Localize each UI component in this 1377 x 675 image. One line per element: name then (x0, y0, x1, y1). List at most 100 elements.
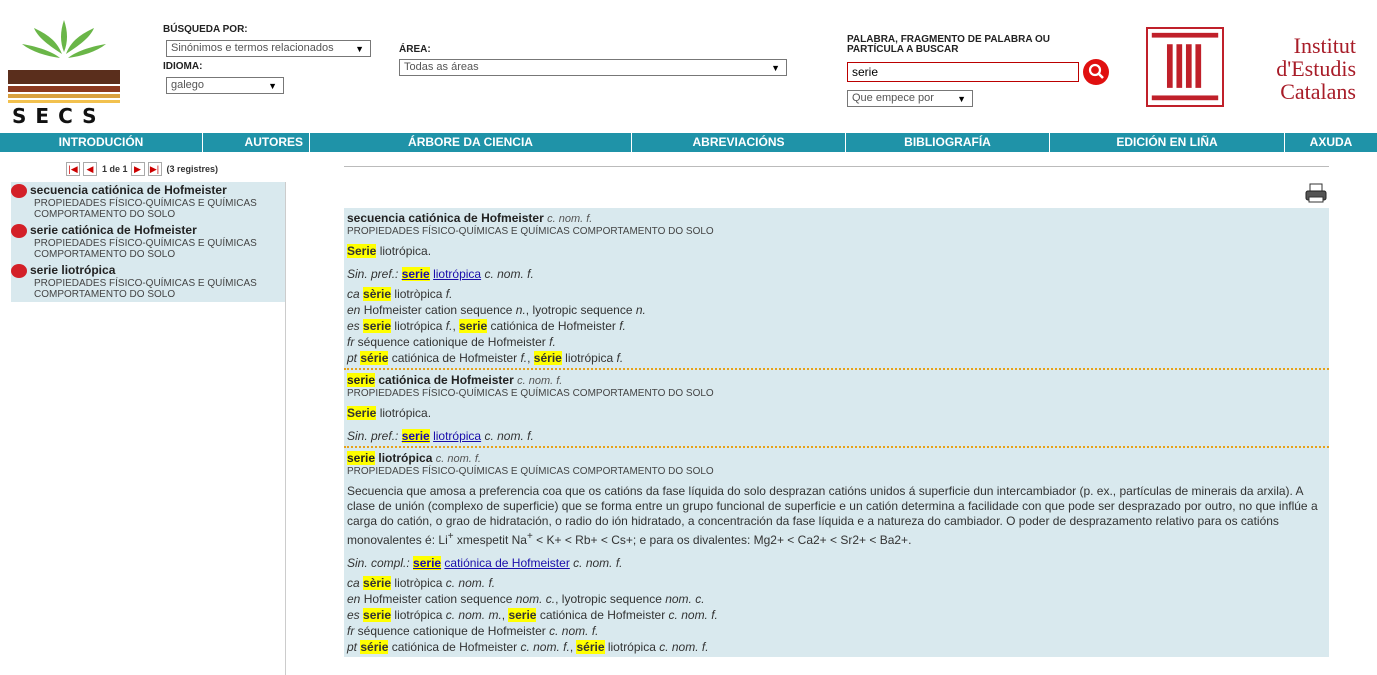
equivalent: liotròpica (391, 287, 446, 301)
equivalent-category: c. nom. f. (549, 624, 599, 638)
synonym-link[interactable]: catiónica de Hofmeister (444, 556, 569, 570)
list-item[interactable]: secuencia catiónica de Hofmeister PROPIE… (11, 182, 285, 222)
iec-name[interactable]: Institut d'Estudis Catalans (1232, 34, 1356, 103)
prev-page-button[interactable]: ◀ (83, 162, 97, 176)
equivalent-category: f. (549, 335, 556, 349)
highlight: serie (508, 608, 537, 622)
result-icon (11, 183, 27, 198)
search-by-label: BÚSQUEDA POR: (163, 24, 248, 35)
synonym-category: c. nom. f. (484, 429, 534, 443)
equivalent-category: n. (515, 303, 526, 317)
nav-help[interactable]: AXUDA (1285, 133, 1377, 152)
highlight: sèrie (363, 287, 392, 301)
highlight: Serie (347, 244, 377, 258)
definition-text: Mg2+ < Ca2+ < Sr2+ < Ba2+. (753, 533, 912, 547)
nav-introduction[interactable]: INTRODUCIÓN (0, 133, 203, 152)
syn-label: Sin. compl.: (347, 556, 410, 570)
nav-abbreviations[interactable]: ABREVIACIÓNS (632, 133, 846, 152)
highlight: sèrie (363, 576, 392, 590)
lang-code: es (347, 608, 360, 622)
equivalent-category: c. nom. f. (659, 640, 709, 654)
nav-authors[interactable]: AUTORES (203, 133, 310, 152)
nav-online-edition[interactable]: EDICIÓN EN LIÑA (1050, 133, 1285, 152)
equivalent: catiónica de Hofmeister (487, 319, 620, 333)
search-button[interactable] (1083, 59, 1109, 85)
chevron-down-icon: ▼ (268, 81, 277, 91)
word-label: PALABRA, FRAGMENTO DE PALABRA OU PARTÍCU… (847, 34, 1050, 55)
term-category: c. nom. f. (517, 375, 563, 387)
result-area: PROPIEDADES FÍSICO-QUÍMICAS E QUÍMICAS C… (34, 238, 257, 260)
equivalent-category: c. nom. f. (520, 640, 570, 654)
last-page-button[interactable]: ▶| (147, 162, 162, 176)
definition-text: ; e para os divalentes: (632, 533, 754, 547)
highlight: serie (363, 608, 392, 622)
search-input[interactable]: serie (847, 62, 1079, 82)
equivalent: catiónica de Hofmeister (388, 351, 521, 365)
nav-bibliography[interactable]: BIBLIOGRAFÍA (846, 133, 1050, 152)
lang-code: ca (347, 287, 360, 301)
term-title: catiónica de Hofmeister (375, 373, 514, 387)
highlight: serie (347, 451, 376, 465)
term-area: PROPIEDADES FÍSICO-QUÍMICAS E QUÍMICAS C… (347, 466, 714, 477)
definition: Secuencia que amosa a preferencia coa qu… (347, 484, 1318, 547)
synonym-category: c. nom. f. (573, 556, 623, 570)
lang-code: pt (347, 640, 358, 654)
list-item[interactable]: serie liotrópica PROPIEDADES FÍSICO-QUÍM… (11, 262, 285, 302)
lang-code: ca (347, 576, 360, 590)
definition: liotrópica. (376, 406, 432, 420)
main-content: secuencia catiónica de Hofmeister c. nom… (344, 208, 1329, 657)
term-entry: serie catiónica de Hofmeister c. nom. f.… (344, 370, 1329, 448)
synonym-link-hl[interactable]: serie (401, 429, 430, 443)
match-select[interactable]: Que empece por ▼ (847, 90, 973, 107)
result-title[interactable]: secuencia catiónica de Hofmeister (30, 183, 227, 198)
term-area: PROPIEDADES FÍSICO-QUÍMICAS E QUÍMICAS C… (347, 388, 714, 399)
equivalent-category: nom. c. (515, 592, 556, 606)
match-value: Que empece por (852, 92, 934, 104)
area-label: ÁREA: (399, 44, 431, 55)
result-icon (11, 263, 27, 278)
highlight: serie (459, 319, 488, 333)
equivalent: , lyotropic sequence (525, 303, 636, 317)
list-item[interactable]: serie catiónica de Hofmeister PROPIEDADE… (11, 222, 285, 262)
synonym-link-hl[interactable]: serie (413, 556, 442, 570)
search-by-select[interactable]: Sinónimos e termos relacionados ▼ (166, 40, 371, 57)
iec-line1: Institut (1293, 33, 1356, 58)
sidebar-divider (285, 182, 286, 675)
area-select[interactable]: Todas as áreas ▼ (399, 59, 787, 76)
logo-text: SECS (12, 104, 106, 128)
nav-science-tree[interactable]: ÁRBORE DA CIENCIA (310, 133, 632, 152)
equivalent: liotrópica (604, 640, 660, 654)
language-label: IDIOMA: (163, 61, 203, 72)
definition-text: < K+ < Rb+ < Cs+ (536, 533, 633, 547)
pager-count: (3 registres) (166, 164, 219, 174)
equivalent: catiónica de Hofmeister (536, 608, 669, 622)
result-title[interactable]: serie liotrópica (30, 263, 115, 278)
equivalent-category: n. (635, 303, 646, 317)
definition: liotrópica. (376, 244, 432, 258)
lang-code: es (347, 319, 360, 333)
syn-label: Sin. pref.: (347, 429, 399, 443)
synonym-link[interactable]: liotrópica (433, 267, 481, 281)
equivalent: liotrópica (391, 319, 446, 333)
first-page-button[interactable]: |◀ (66, 162, 80, 176)
equivalent: liotrópica (391, 608, 446, 622)
equivalent-category: f. (619, 319, 626, 333)
lang-code: pt (347, 351, 358, 365)
language-select[interactable]: galego ▼ (166, 77, 284, 94)
header: SECS BÚSQUEDA POR: Sinónimos e termos re… (0, 0, 1377, 133)
equivalent: catiónica de Hofmeister (388, 640, 521, 654)
synonym-link[interactable]: liotrópica (433, 429, 481, 443)
synonym-link-hl[interactable]: serie (401, 267, 430, 281)
result-title[interactable]: serie catiónica de Hofmeister (30, 223, 197, 238)
next-page-button[interactable]: ▶ (130, 162, 145, 176)
chevron-down-icon: ▼ (771, 63, 780, 73)
equivalent: Hofmeister cation sequence (360, 303, 516, 317)
pager: |◀ ◀ 1 de 1 ▶ ▶| (3 registres) (66, 162, 218, 176)
divider (344, 166, 1329, 167)
equivalent-category: c. nom. m. (445, 608, 502, 622)
equivalent-category: c. nom. f. (668, 608, 718, 622)
language-value: galego (171, 79, 205, 91)
printer-icon[interactable] (1305, 183, 1327, 203)
iec-seal-icon[interactable] (1146, 27, 1224, 107)
pager-text: 1 de 1 (102, 164, 128, 174)
